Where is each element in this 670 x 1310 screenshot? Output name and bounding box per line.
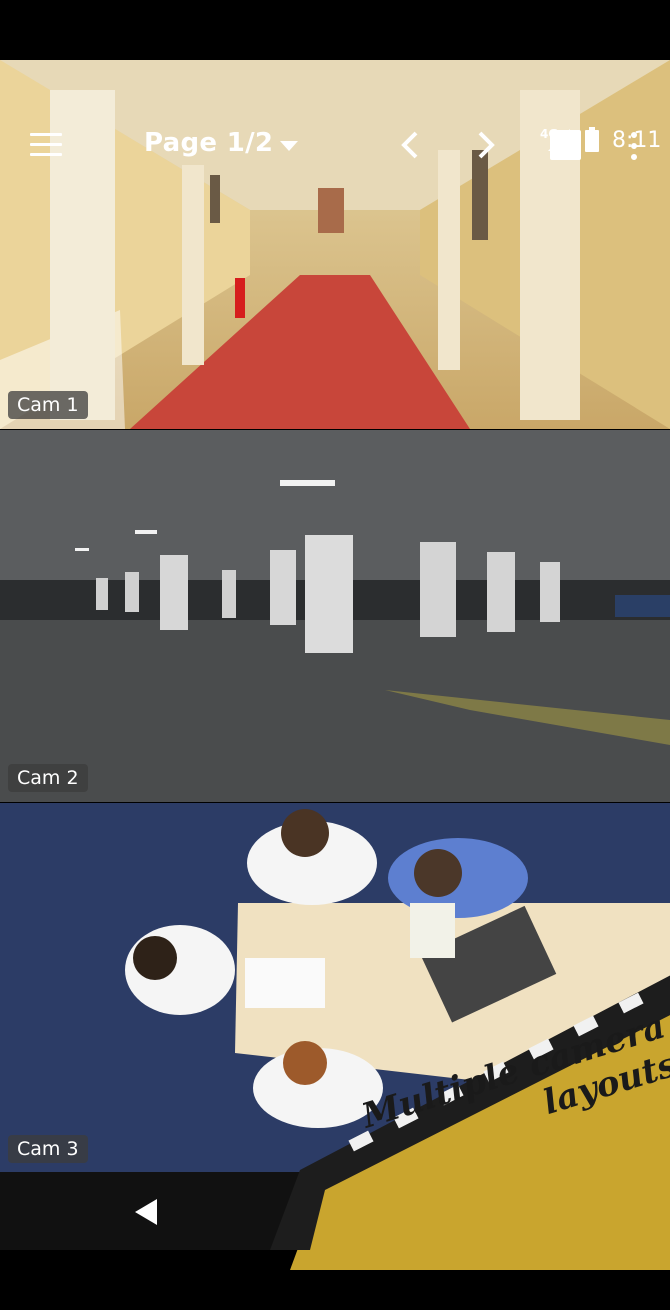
camera-tile-2[interactable]: Cam 2 bbox=[0, 430, 670, 802]
camera-label: Cam 1 bbox=[8, 391, 88, 419]
camera-label: Cam 3 bbox=[8, 1135, 88, 1163]
more-vertical-icon[interactable] bbox=[630, 132, 638, 160]
hallway-feed bbox=[0, 60, 670, 429]
hamburger-menu-icon[interactable] bbox=[30, 133, 62, 157]
camera-label: Cam 2 bbox=[8, 764, 88, 792]
status-bar: 4G 8:11 bbox=[0, 60, 670, 153]
page-selector[interactable]: Page 1/2 bbox=[144, 128, 273, 158]
battery-icon bbox=[585, 127, 599, 152]
chevron-right-icon[interactable] bbox=[474, 130, 498, 160]
nav-back-icon[interactable] bbox=[135, 1199, 157, 1225]
top-black-bar bbox=[0, 0, 670, 60]
stop-square-icon[interactable] bbox=[550, 130, 581, 160]
chevron-down-icon[interactable] bbox=[280, 141, 298, 151]
parking-feed bbox=[0, 430, 670, 802]
camera-tile-1[interactable]: Cam 1 bbox=[0, 60, 670, 429]
chevron-left-icon[interactable] bbox=[398, 130, 422, 160]
